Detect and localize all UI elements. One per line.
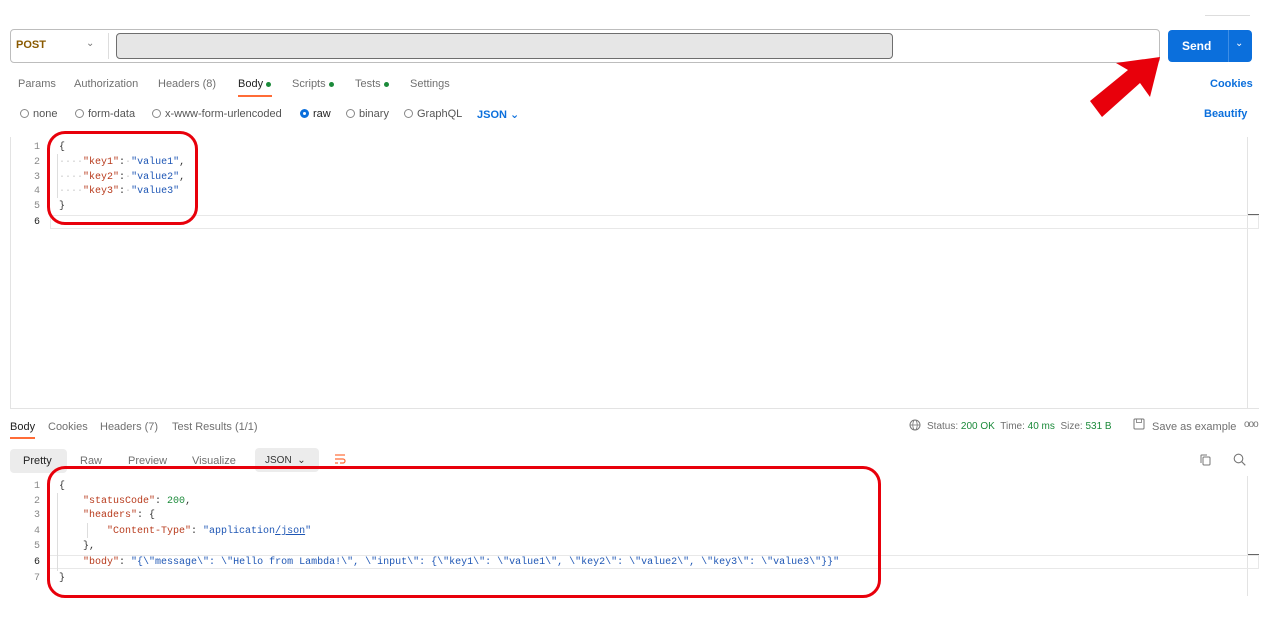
globe-icon[interactable] (909, 419, 921, 431)
line-number: 3 (33, 510, 40, 521)
send-options-chevron-icon[interactable]: ⌄ (1235, 38, 1243, 49)
body-type-graphql[interactable]: GraphQL (404, 108, 462, 120)
line-number: 6 (33, 557, 40, 568)
chevron-down-icon: ⌄ (510, 109, 520, 121)
copy-icon[interactable] (1200, 454, 1211, 466)
red-arrow-annotation (1090, 57, 1160, 117)
send-divider (1228, 30, 1229, 62)
send-button-label[interactable]: Send (1182, 39, 1211, 53)
line-number: 5 (33, 201, 40, 212)
tab-tests[interactable]: Tests (355, 78, 389, 90)
top-divider (1205, 15, 1250, 16)
radio-icon (404, 109, 413, 118)
body-type-binary-label: binary (359, 108, 389, 120)
method-divider (108, 33, 109, 59)
body-type-form-data-label: form-data (88, 108, 136, 120)
line-number: 7 (33, 573, 40, 584)
response-tab-headers[interactable]: Headers (7) (100, 421, 158, 433)
tab-tests-dot (383, 81, 389, 87)
radio-icon (346, 109, 355, 118)
response-tab-body[interactable]: Body (10, 421, 35, 433)
response-tab-cookies[interactable]: Cookies (48, 421, 88, 433)
body-type-none[interactable]: none (20, 108, 57, 120)
time-label: Time: (1000, 421, 1025, 432)
line-number: 4 (33, 526, 40, 537)
response-body-highlight-annotation (47, 466, 881, 598)
body-type-none-label: none (33, 108, 58, 120)
body-type-raw-label: raw (313, 108, 331, 120)
body-type-raw[interactable]: raw (300, 108, 331, 120)
cookies-link[interactable]: Cookies (1210, 78, 1253, 90)
radio-icon (152, 109, 161, 118)
response-tab-test-results[interactable]: Test Results (1/1) (172, 421, 258, 433)
active-line-highlight (50, 215, 1259, 229)
format-label: JSON (265, 455, 292, 466)
request-editor-scrollbar[interactable] (1247, 137, 1248, 409)
search-icon[interactable] (1233, 453, 1246, 466)
tab-tests-label: Tests (355, 78, 381, 90)
line-number: 1 (33, 142, 40, 153)
tab-headers[interactable]: Headers (8) (158, 78, 216, 90)
body-type-urlencoded[interactable]: x-www-form-urlencoded (152, 108, 282, 120)
radio-selected-icon (300, 109, 309, 118)
chevron-down-icon[interactable]: ⌄ (86, 38, 94, 49)
line-number: 1 (33, 481, 40, 492)
language-select-label: JSON (477, 109, 507, 121)
line-number: 2 (33, 157, 40, 168)
tab-body[interactable]: Body (238, 78, 272, 90)
status-label: Status: (927, 421, 959, 432)
method-select[interactable]: POST (16, 39, 46, 51)
more-icon[interactable]: ooo (1244, 419, 1259, 430)
format-dropdown-label[interactable]: JSON ⌄ (265, 455, 306, 466)
active-tab-underline (10, 437, 35, 439)
request-body-highlight-annotation (47, 131, 198, 225)
size-label: Size: (1060, 421, 1083, 432)
line-number: 6 (33, 217, 40, 228)
tab-settings[interactable]: Settings (410, 78, 450, 90)
response-editor-scrollbar[interactable] (1247, 476, 1248, 596)
tab-params[interactable]: Params (18, 78, 56, 90)
size-value[interactable]: 531 B (1085, 421, 1111, 432)
tab-body-dot (266, 81, 272, 87)
line-number: 5 (33, 541, 40, 552)
chevron-down-icon: ⌄ (297, 455, 306, 466)
body-type-graphql-label: GraphQL (417, 108, 463, 120)
response-status-bar: Status: 200 OK Time: 40 ms Size: 531 B (927, 421, 1112, 432)
language-select[interactable]: JSON ⌄ (477, 108, 519, 121)
body-type-binary[interactable]: binary (346, 108, 389, 120)
beautify-link[interactable]: Beautify (1204, 108, 1247, 120)
tab-authorization[interactable]: Authorization (74, 78, 138, 90)
active-tab-underline (238, 95, 272, 97)
status-value[interactable]: 200 OK (961, 421, 995, 432)
tab-scripts-dot (328, 81, 334, 87)
body-type-form-data[interactable]: form-data (75, 108, 135, 120)
tab-body-label: Body (238, 78, 264, 90)
time-value[interactable]: 40 ms (1028, 421, 1055, 432)
url-input[interactable] (116, 33, 893, 59)
tab-scripts[interactable]: Scripts (292, 78, 334, 90)
body-type-urlencoded-label: x-www-form-urlencoded (165, 108, 282, 120)
line-number: 3 (33, 172, 40, 183)
save-icon[interactable] (1133, 418, 1145, 430)
save-as-example-button[interactable]: Save as example (1152, 421, 1236, 433)
radio-icon (20, 109, 29, 118)
line-number: 4 (33, 186, 40, 197)
tab-scripts-label: Scripts (292, 78, 326, 90)
line-number: 2 (33, 496, 40, 507)
radio-icon (75, 109, 84, 118)
view-tab-pretty[interactable]: Pretty (23, 455, 52, 467)
